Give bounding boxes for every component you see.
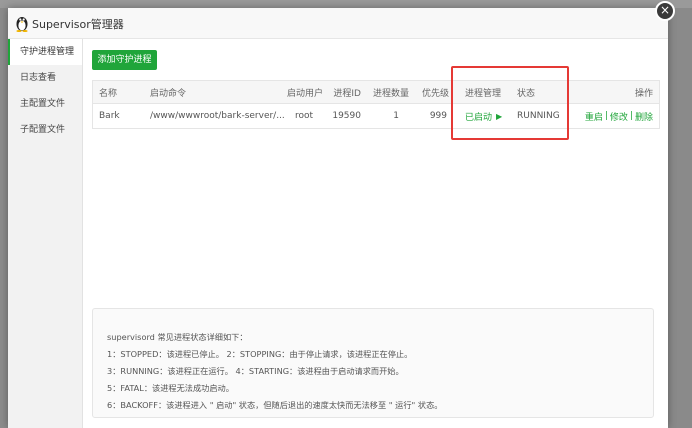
sidebar-item-log-view[interactable]: 日志查看 [8,65,82,91]
background-page-right [668,8,692,428]
header-ops: 操作 [634,88,653,99]
supervisor-dialog: Supervisor管理器 守护进程管理 日志查看 主配置文件 子配置文件 添加… [8,8,668,428]
sidebar-item-label: 子配置文件 [20,125,66,135]
info-line: 1：STOPPED：该进程已停止。 2：STOPPING：由于停止请求，该进程正… [107,349,413,359]
header-status: 状态 [517,88,536,99]
header-pid: 进程ID [333,88,361,99]
status-info-panel: supervisord 常见进程状态详细如下： 1：STOPPED：该进程已停止… [92,308,654,418]
background-page-strip [0,0,692,8]
ops-separator: | [604,111,608,121]
process-table: 名称 启动命令 启动用户 进程ID 进程数量 优先级 进程管理 状态 操作 Ba… [92,80,660,129]
dialog-titlebar: Supervisor管理器 [8,8,668,39]
row-priority: 999 [429,111,447,121]
header-user: 启动用户 [286,88,323,99]
row-pid: 19590 [332,111,361,121]
table-header: 名称 启动命令 启动用户 进程ID 进程数量 优先级 进程管理 状态 操作 [93,81,659,104]
linux-penguin-icon [16,17,28,32]
close-icon: × [659,3,671,17]
sidebar-item-label: 守护进程管理 [20,47,75,57]
header-command: 启动命令 [150,88,187,99]
ops-separator: | [629,111,633,121]
info-line: supervisord 常见进程状态详细如下： [107,332,248,342]
row-command: /www/wwwroot/bark-server/... [150,111,285,121]
info-line: 6：BACKOFF：该进程进入 " 启动" 状态，但随后退出的速度太快而无法移至… [107,400,443,410]
row-count: 1 [393,111,399,121]
row-status: RUNNING [517,111,560,121]
row-user: root [294,111,313,121]
main-content: 添加守护进程 名称 启动命令 启动用户 进程ID 进程数量 优先级 进程管理 状… [92,48,660,424]
sidebar-item-daemon-management[interactable]: 守护进程管理 [8,39,82,65]
header-priority: 优先级 [421,88,449,99]
edit-link[interactable]: 修改 [610,110,628,123]
header-manage: 进程管理 [465,88,502,99]
started-label: 已启动 [465,112,493,123]
restart-link[interactable]: 重启 [585,110,603,123]
sidebar-item-sub-config[interactable]: 子配置文件 [8,117,82,143]
table-row: Bark /www/wwwroot/bark-server/... root 1… [93,104,659,128]
header-name: 名称 [99,88,118,99]
info-line: 3：RUNNING：该进程正在运行。 4：STARTING：该进程由于启动请求而… [107,366,404,376]
sidebar: 守护进程管理 日志查看 主配置文件 子配置文件 [8,39,83,428]
row-ops: 重启 | 修改 | 删除 [583,104,653,128]
row-name: Bark [99,111,120,121]
delete-link[interactable]: 删除 [635,110,653,123]
row-manage[interactable]: 已启动 ▶ [465,104,502,128]
sidebar-item-label: 日志查看 [20,73,57,83]
dialog-title: Supervisor管理器 [32,18,124,31]
header-count: 进程数量 [372,88,409,99]
play-icon: ▶ [496,111,503,121]
close-button[interactable]: × [655,1,675,21]
sidebar-item-main-config[interactable]: 主配置文件 [8,91,82,117]
add-daemon-button[interactable]: 添加守护进程 [92,50,157,70]
info-line: 5：FATAL：该进程无法成功启动。 [107,383,234,393]
sidebar-item-label: 主配置文件 [20,99,66,109]
background-page-left [0,8,8,428]
